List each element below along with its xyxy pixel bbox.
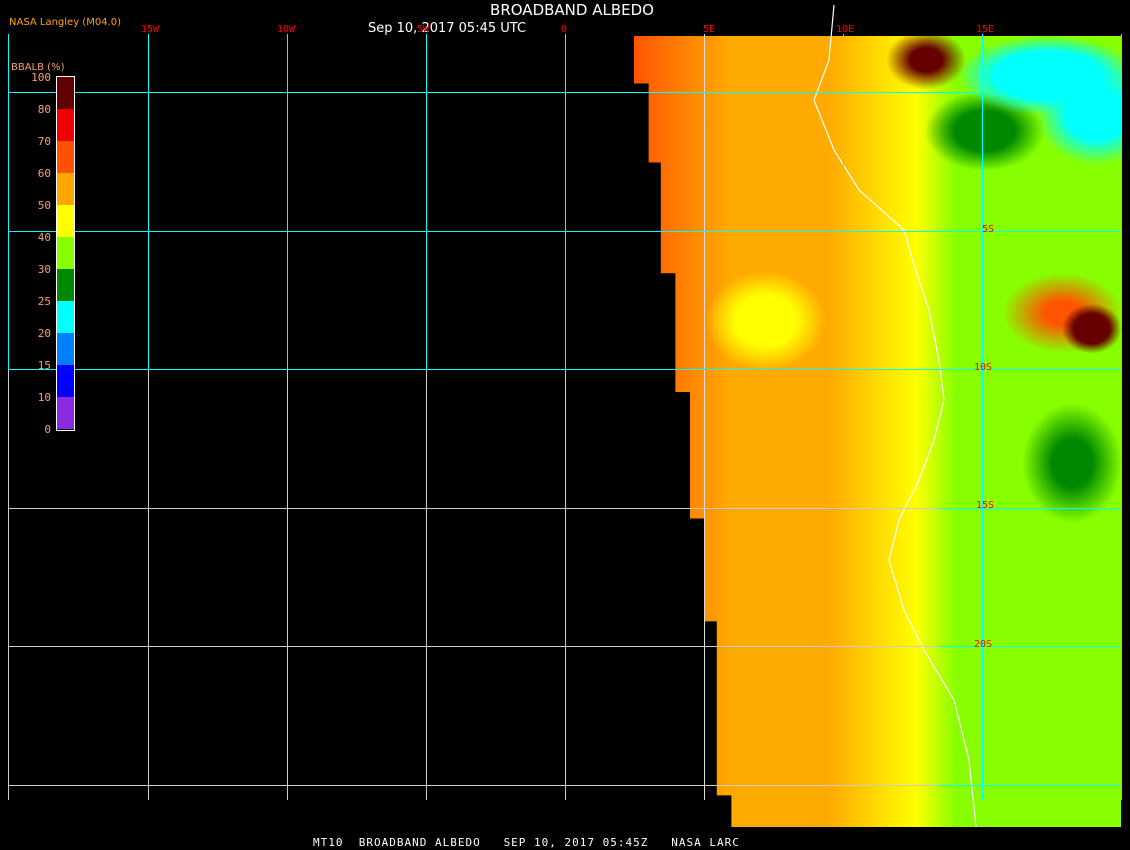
grid-line-v: [843, 34, 844, 800]
lon-label: 0: [561, 24, 568, 35]
colorbar-swatch: [57, 333, 74, 365]
colorbar-swatch: [57, 237, 74, 269]
lat-label: 20S: [974, 639, 993, 650]
colorbar-swatch: [57, 397, 74, 429]
map-timestamp: Sep 10, 2017 05:45 UTC: [368, 21, 527, 36]
colorbar-swatch: [57, 269, 74, 301]
lat-label: 15S: [976, 500, 995, 511]
lon-label: 5E: [703, 24, 716, 35]
colorbar-swatch: [57, 173, 74, 205]
lat-label: 10S: [974, 362, 993, 373]
colorbar-tick-label: 80: [37, 103, 51, 116]
colorbar-tick-label: 100: [31, 71, 51, 84]
lat-label: 5S: [982, 224, 995, 235]
colorbar-tick-label: 60: [37, 167, 51, 180]
colorbar-tick-label: 10: [37, 391, 51, 404]
colorbar-swatch: [57, 141, 74, 173]
grid-line-h: [8, 508, 1121, 509]
colorbar-swatch: [57, 301, 74, 333]
grid-line-h: [8, 369, 1121, 370]
lon-label: 5W: [417, 24, 430, 35]
grid-line-v: [1121, 34, 1122, 800]
colorbar-tick-label: 0: [44, 423, 51, 436]
grid-line-v: [565, 34, 566, 800]
colorbar-tick-label: 15: [37, 359, 51, 372]
grid-line-v: [148, 34, 149, 800]
colorbar: [56, 76, 75, 431]
lon-label: 15E: [976, 24, 995, 35]
lon-label: 10W: [277, 24, 296, 35]
grid-line-h: [8, 646, 1121, 647]
colorbar-swatch: [57, 205, 74, 237]
lon-label: 15W: [141, 24, 160, 35]
colorbar-tick-label: 25: [37, 295, 51, 308]
grid-line-v: [8, 34, 9, 800]
colorbar-tick-label: 70: [37, 135, 51, 148]
grid-line-v: [287, 34, 288, 800]
colorbar-swatch: [57, 77, 74, 109]
colorbar-tick-label: 20: [37, 327, 51, 340]
coastline: [813, 4, 977, 827]
grid-line-v: [426, 34, 427, 800]
grid-line-v: [982, 34, 983, 800]
grid-line-v: [704, 34, 705, 800]
footer-caption: MT10 BROADBAND ALBEDO SEP 10, 2017 05:45…: [313, 836, 740, 849]
colorbar-tick-label: 40: [37, 231, 51, 244]
lon-label: 10E: [836, 24, 855, 35]
credit-label: NASA Langley (M04.0): [9, 17, 121, 28]
grid-line-h: [8, 92, 1121, 93]
grid-line-h: [8, 231, 1121, 232]
colorbar-swatch: [57, 109, 74, 141]
grid-line-h: [8, 785, 1121, 786]
colorbar-tick-label: 50: [37, 199, 51, 212]
colorbar-swatch: [57, 365, 74, 397]
colorbar-tick-label: 30: [37, 263, 51, 276]
